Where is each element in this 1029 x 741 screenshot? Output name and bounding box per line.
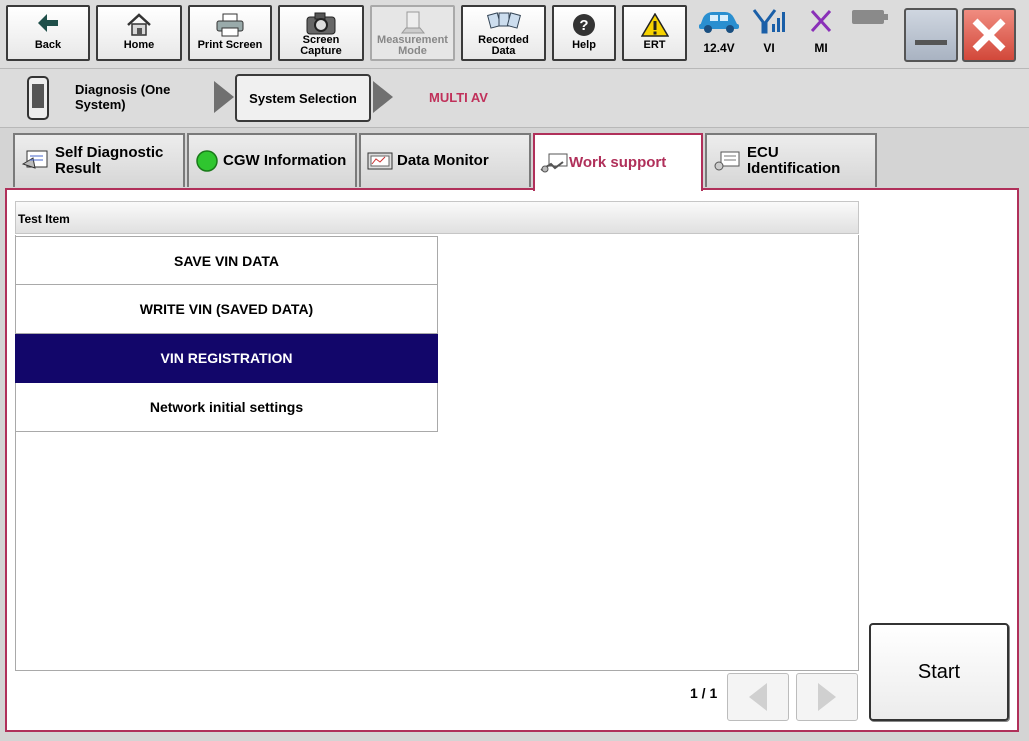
tab-data-monitor[interactable]: Data Monitor bbox=[359, 133, 531, 187]
mi-label: MI bbox=[814, 41, 828, 55]
print-screen-button[interactable]: Print Screen bbox=[188, 5, 272, 61]
breadcrumb-arrow-icon bbox=[214, 81, 234, 113]
tab-cgw-information-label: CGW Information bbox=[223, 152, 347, 169]
printer-icon bbox=[216, 13, 244, 37]
system-selection-button[interactable]: System Selection bbox=[235, 74, 371, 122]
recorded-data-label: Recorded Data bbox=[478, 34, 529, 57]
left-arrow-icon bbox=[749, 683, 767, 711]
back-label: Back bbox=[34, 39, 62, 51]
tab-work-support-label: Work support bbox=[569, 154, 667, 171]
recorded-data-icon bbox=[486, 12, 521, 29]
minimize-icon bbox=[915, 40, 947, 45]
tab-self-diagnostic-label: Self Diagnostic Result bbox=[55, 144, 164, 177]
measurement-icon bbox=[400, 11, 425, 34]
breadcrumb-current-system: MULTI AV bbox=[429, 90, 488, 105]
svg-text:?: ? bbox=[579, 17, 588, 34]
battery-icon bbox=[852, 10, 888, 24]
previous-page-button[interactable] bbox=[727, 673, 789, 721]
voltage-label: 12.4V bbox=[703, 41, 735, 55]
vi-status: VI bbox=[752, 8, 786, 55]
signal-icon bbox=[752, 9, 785, 34]
car-icon bbox=[699, 12, 739, 33]
phone-device-icon bbox=[27, 76, 49, 120]
ecu-identification-icon bbox=[714, 151, 740, 171]
close-button[interactable] bbox=[962, 8, 1016, 62]
home-label: Home bbox=[123, 39, 155, 51]
help-icon: ? bbox=[573, 14, 595, 36]
breadcrumb-arrow-icon bbox=[373, 81, 393, 113]
screen-capture-label: Screen Capture bbox=[300, 34, 342, 57]
next-page-button[interactable] bbox=[796, 673, 858, 721]
screen-capture-button[interactable]: Screen Capture bbox=[278, 5, 364, 61]
start-button[interactable]: Start bbox=[869, 623, 1009, 721]
test-item-column-header: Test Item bbox=[15, 201, 859, 234]
system-selection-label: System Selection bbox=[249, 90, 357, 106]
print-screen-label: Print Screen bbox=[197, 39, 263, 51]
disconnected-x-icon bbox=[810, 9, 832, 33]
measurement-mode-label: Measurement Mode bbox=[377, 34, 448, 57]
warning-icon bbox=[640, 13, 669, 37]
camera-icon bbox=[306, 12, 336, 35]
measurement-mode-button[interactable]: Measurement Mode bbox=[370, 5, 455, 61]
toolbar: Back Home Print Screen Screen Capture Me… bbox=[0, 0, 1029, 69]
vi-label: VI bbox=[763, 41, 775, 55]
tab-ecu-identification[interactable]: ECU Identification bbox=[705, 133, 877, 187]
list-item-network-initial-settings[interactable]: Network initial settings bbox=[15, 383, 438, 432]
mi-status: MI bbox=[804, 8, 838, 55]
monitor-icon bbox=[367, 152, 393, 170]
back-arrow-icon bbox=[38, 14, 58, 32]
battery-status bbox=[850, 8, 890, 29]
breadcrumb-diagnosis-one-system[interactable]: Diagnosis (One System) bbox=[75, 82, 170, 112]
home-button[interactable]: Home bbox=[96, 5, 182, 61]
battery-voltage-status: 12.4V bbox=[696, 8, 742, 55]
list-item-save-vin-data[interactable]: SAVE VIN DATA bbox=[15, 236, 438, 285]
back-button[interactable]: Back bbox=[6, 5, 90, 61]
right-arrow-icon bbox=[818, 683, 836, 711]
page-indicator: 1 / 1 bbox=[690, 685, 718, 701]
tab-cgw-information[interactable]: CGW Information bbox=[187, 133, 357, 187]
ert-label: ERT bbox=[643, 39, 666, 51]
list-item-write-vin-saved-data[interactable]: WRITE VIN (SAVED DATA) bbox=[15, 285, 438, 334]
list-item-vin-registration[interactable]: VIN REGISTRATION bbox=[15, 334, 438, 383]
tab-work-support[interactable]: Work support bbox=[533, 133, 703, 191]
tab-data-monitor-label: Data Monitor bbox=[397, 152, 489, 169]
help-button[interactable]: ? Help bbox=[552, 5, 616, 61]
work-support-icon bbox=[540, 153, 568, 173]
ert-button[interactable]: ERT bbox=[622, 5, 687, 61]
help-label: Help bbox=[572, 39, 596, 51]
diagnostic-report-icon bbox=[21, 150, 48, 169]
tab-ecu-identification-label: ECU Identification bbox=[747, 144, 841, 177]
close-icon bbox=[972, 18, 1006, 52]
green-status-dot-icon bbox=[196, 150, 218, 172]
recorded-data-button[interactable]: Recorded Data bbox=[461, 5, 546, 61]
home-icon bbox=[127, 13, 151, 36]
tab-self-diagnostic-result[interactable]: Self Diagnostic Result bbox=[13, 133, 185, 187]
minimize-button[interactable] bbox=[904, 8, 958, 62]
start-label: Start bbox=[917, 660, 961, 683]
